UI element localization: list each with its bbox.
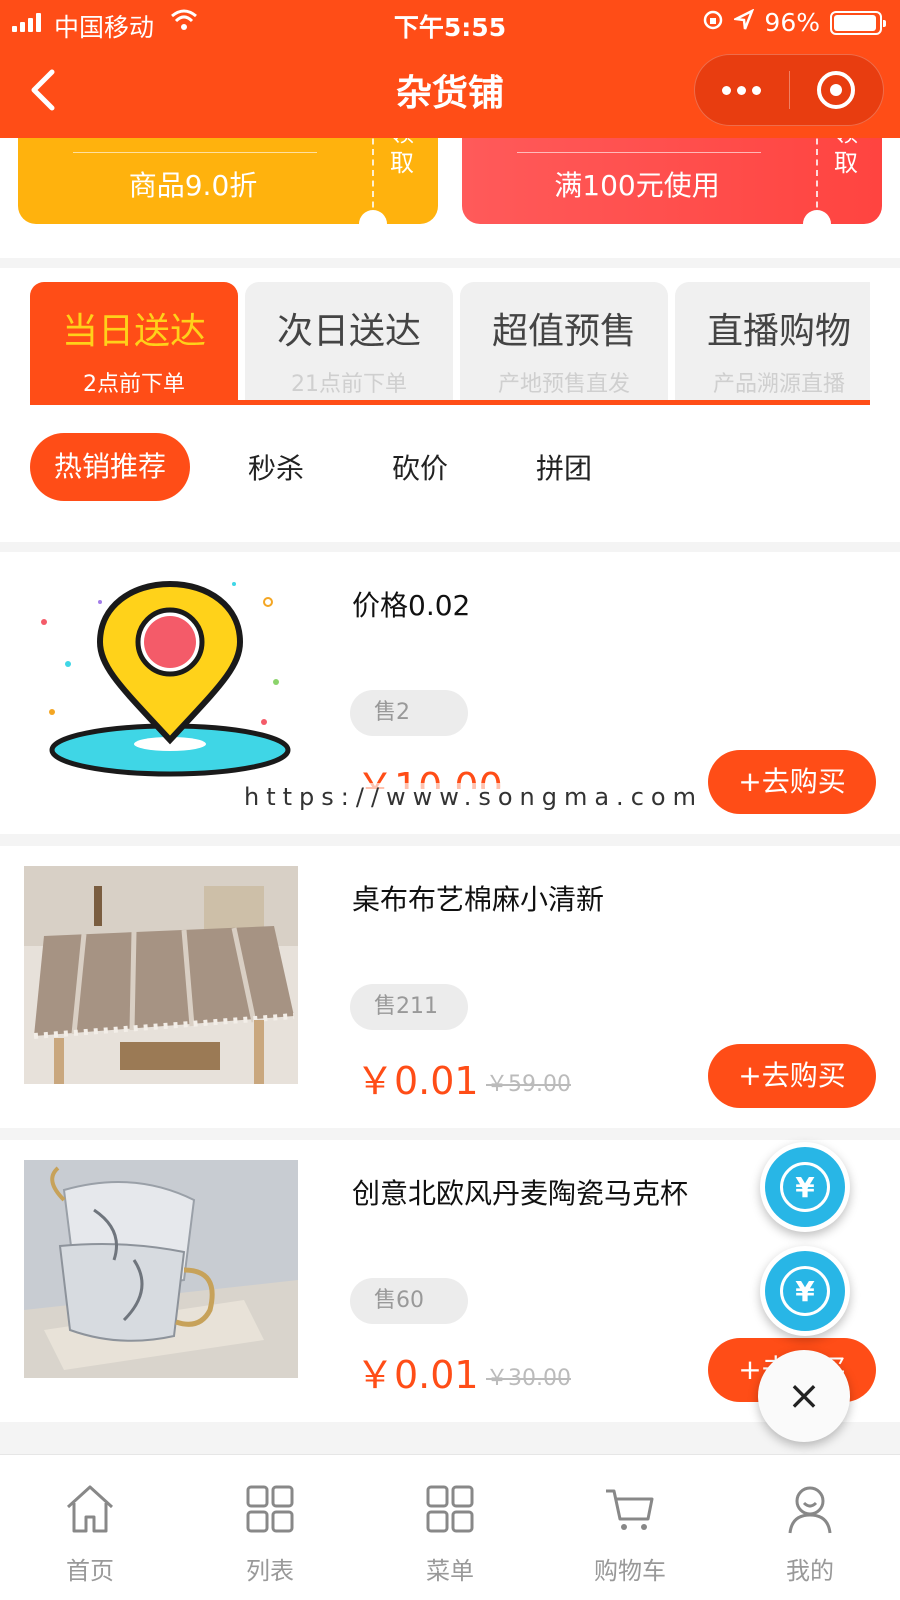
battery-icon <box>830 10 886 35</box>
rotation-lock-icon <box>702 8 724 37</box>
tab-subtitle: 产地预售直发 <box>497 372 630 397</box>
product-price: ￥0.01 <box>356 1353 479 1397</box>
tab-next-day[interactable]: 次日送达 21点前下单 <box>245 282 453 400</box>
tab-title: 超值预售 <box>491 311 636 352</box>
tab-live[interactable]: 直播购物 产品溯源直播 <box>675 282 870 400</box>
close-fab-button[interactable]: × <box>758 1350 850 1442</box>
buy-button[interactable]: +去购买 <box>708 750 876 814</box>
tabbar-item-menu[interactable]: 菜单 <box>360 1455 540 1600</box>
subtab-hot[interactable]: 热销推荐 <box>30 433 191 501</box>
coupon-strip: 商品9.0折 领取 满100元使用 领取 <box>0 138 900 258</box>
yen-icon: ¥ <box>780 1162 830 1212</box>
coupon-desc: 商品9.0折 <box>128 169 258 202</box>
location-icon <box>732 8 755 37</box>
tab-title: 直播购物 <box>706 311 851 352</box>
coupon-take-button[interactable]: 领取 <box>830 138 862 178</box>
tab-title: 当日送达 <box>61 311 206 352</box>
coupon-card[interactable]: 满100元使用 领取 <box>462 138 882 224</box>
tab-subtitle: 2点前下单 <box>83 372 185 397</box>
product-name: 创意北欧风丹麦陶瓷马克杯 <box>352 1177 689 1210</box>
tab-subtitle: 产品溯源直播 <box>712 372 845 397</box>
battery-percent: 96% <box>764 8 820 37</box>
buy-button[interactable]: +去购买 <box>708 1044 876 1108</box>
sub-tabs: 热销推荐 秒杀 砍价 拼团 <box>30 432 680 502</box>
coupon-desc: 满100元使用 <box>554 169 720 202</box>
original-price: ￥59.00 <box>486 1072 571 1097</box>
product-image[interactable] <box>24 866 298 1084</box>
product-name: 桌布布艺棉麻小清新 <box>352 883 605 916</box>
product-name: 价格0.02 <box>352 589 471 622</box>
original-price: ￥30.00 <box>486 1366 571 1391</box>
coupon-fab-button[interactable]: ¥ <box>760 1142 850 1232</box>
cart-icon <box>606 1489 654 1530</box>
coupon-fab-button[interactable]: ¥ <box>760 1246 850 1336</box>
mini-program-capsule <box>694 54 884 126</box>
tab-subtitle: 21点前下单 <box>291 372 407 397</box>
nav-bar: 杂货铺 <box>0 46 900 138</box>
more-button[interactable] <box>695 85 789 95</box>
tab-title: 次日送达 <box>276 311 421 352</box>
tabbar-label: 首页 <box>66 1557 114 1585</box>
mug-photo <box>24 1160 298 1378</box>
watermark: https://www.songma.com <box>240 783 707 811</box>
tablecloth-photo <box>24 866 298 1084</box>
subtab-flash-sale[interactable]: 秒杀 <box>248 447 304 487</box>
delivery-section: 当日送达 2点前下单 次日送达 21点前下单 超值预售 产地预售直发 直播购物 … <box>0 268 900 542</box>
product-image[interactable] <box>24 1160 298 1378</box>
map-pin-illustration <box>24 572 298 790</box>
sold-count-badge: 售60 <box>350 1278 468 1324</box>
yen-icon: ¥ <box>780 1266 830 1316</box>
tabbar-label: 购物车 <box>594 1557 666 1585</box>
exit-mini-program-button[interactable] <box>790 71 884 109</box>
user-icon <box>788 1486 832 1534</box>
tabbar-label: 我的 <box>786 1557 834 1585</box>
tabbar-item-profile[interactable]: 我的 <box>720 1455 900 1600</box>
product-price: ￥0.01 <box>356 1059 479 1103</box>
tabbar-item-cart[interactable]: 购物车 <box>540 1455 720 1600</box>
tabbar-item-home[interactable]: 首页 <box>0 1455 180 1600</box>
sold-count-badge: 售2 <box>350 690 468 736</box>
subtab-group-buy[interactable]: 拼团 <box>536 447 592 487</box>
grid-icon <box>246 1485 294 1533</box>
product-card[interactable]: 桌布布艺棉麻小清新 售211 ￥0.01 ￥59.00 +去购买 <box>0 846 900 1128</box>
coupon-card[interactable]: 商品9.0折 领取 <box>18 138 438 224</box>
subtab-bargain[interactable]: 砍价 <box>392 447 448 487</box>
delivery-tabs: 当日送达 2点前下单 次日送达 21点前下单 超值预售 产地预售直发 直播购物 … <box>30 282 870 408</box>
grid-icon <box>426 1485 474 1533</box>
target-icon <box>817 71 856 109</box>
product-image[interactable] <box>24 572 298 790</box>
tab-presale[interactable]: 超值预售 产地预售直发 <box>460 282 668 400</box>
tabbar-label: 菜单 <box>426 1557 474 1585</box>
status-bar: 中国移动 下午5:55 96% <box>0 0 900 46</box>
tabbar-label: 列表 <box>246 1557 294 1585</box>
bottom-tab-bar: 首页 列表 菜单 购物车 我的 <box>0 1454 900 1600</box>
home-icon <box>66 1485 114 1533</box>
sold-count-badge: 售211 <box>350 984 468 1030</box>
tabbar-item-list[interactable]: 列表 <box>180 1455 360 1600</box>
coupon-take-button[interactable]: 领取 <box>386 138 418 178</box>
tab-same-day[interactable]: 当日送达 2点前下单 <box>30 282 238 400</box>
